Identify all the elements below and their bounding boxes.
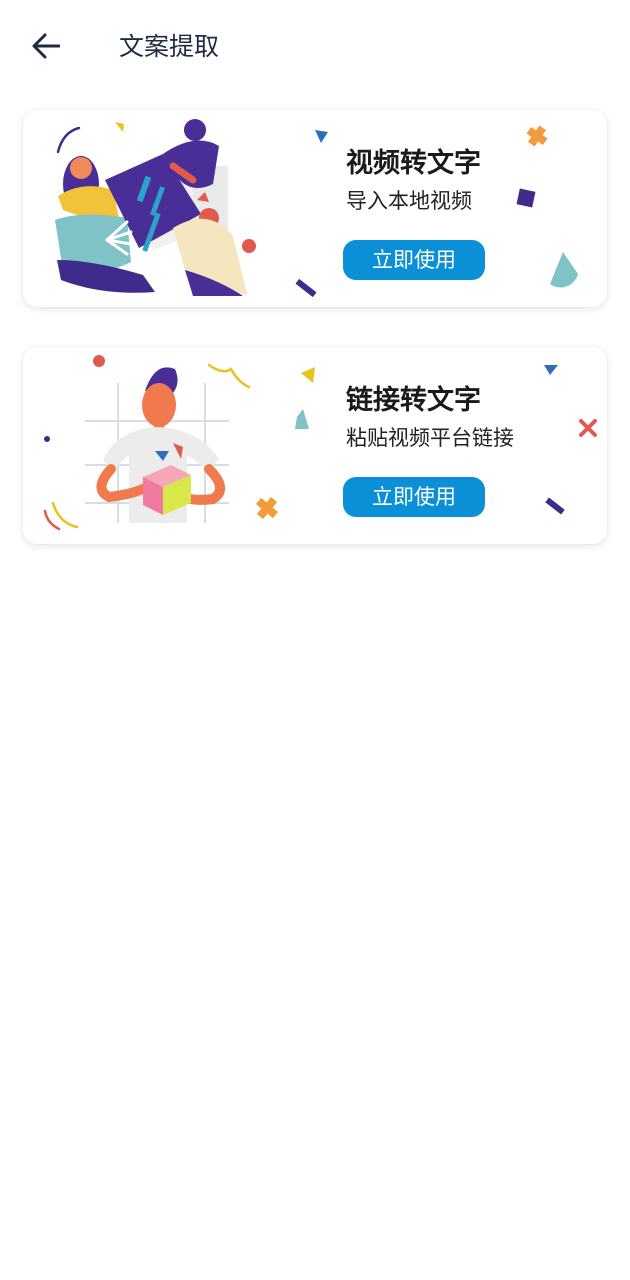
video-to-text-card[interactable]: 视频转文字 导入本地视频 立即使用 [23, 110, 607, 307]
arrow-left-icon [32, 33, 60, 59]
card-title: 链接转文字 [346, 385, 481, 416]
page-title: 文案提取 [119, 32, 220, 61]
team-collaboration-illustration [55, 119, 578, 298]
use-now-button[interactable]: 立即使用 [343, 477, 485, 517]
card-title: 视频转文字 [346, 148, 481, 179]
card-subtitle: 粘贴视频平台链接 [346, 426, 514, 450]
link-to-text-card[interactable]: 链接转文字 粘贴视频平台链接 立即使用 [23, 347, 607, 544]
back-button[interactable] [22, 26, 70, 66]
app-header: 文案提取 [0, 0, 630, 96]
use-now-button[interactable]: 立即使用 [343, 240, 485, 280]
card-subtitle: 导入本地视频 [346, 189, 472, 213]
person-with-gift-illustration [43, 355, 597, 531]
